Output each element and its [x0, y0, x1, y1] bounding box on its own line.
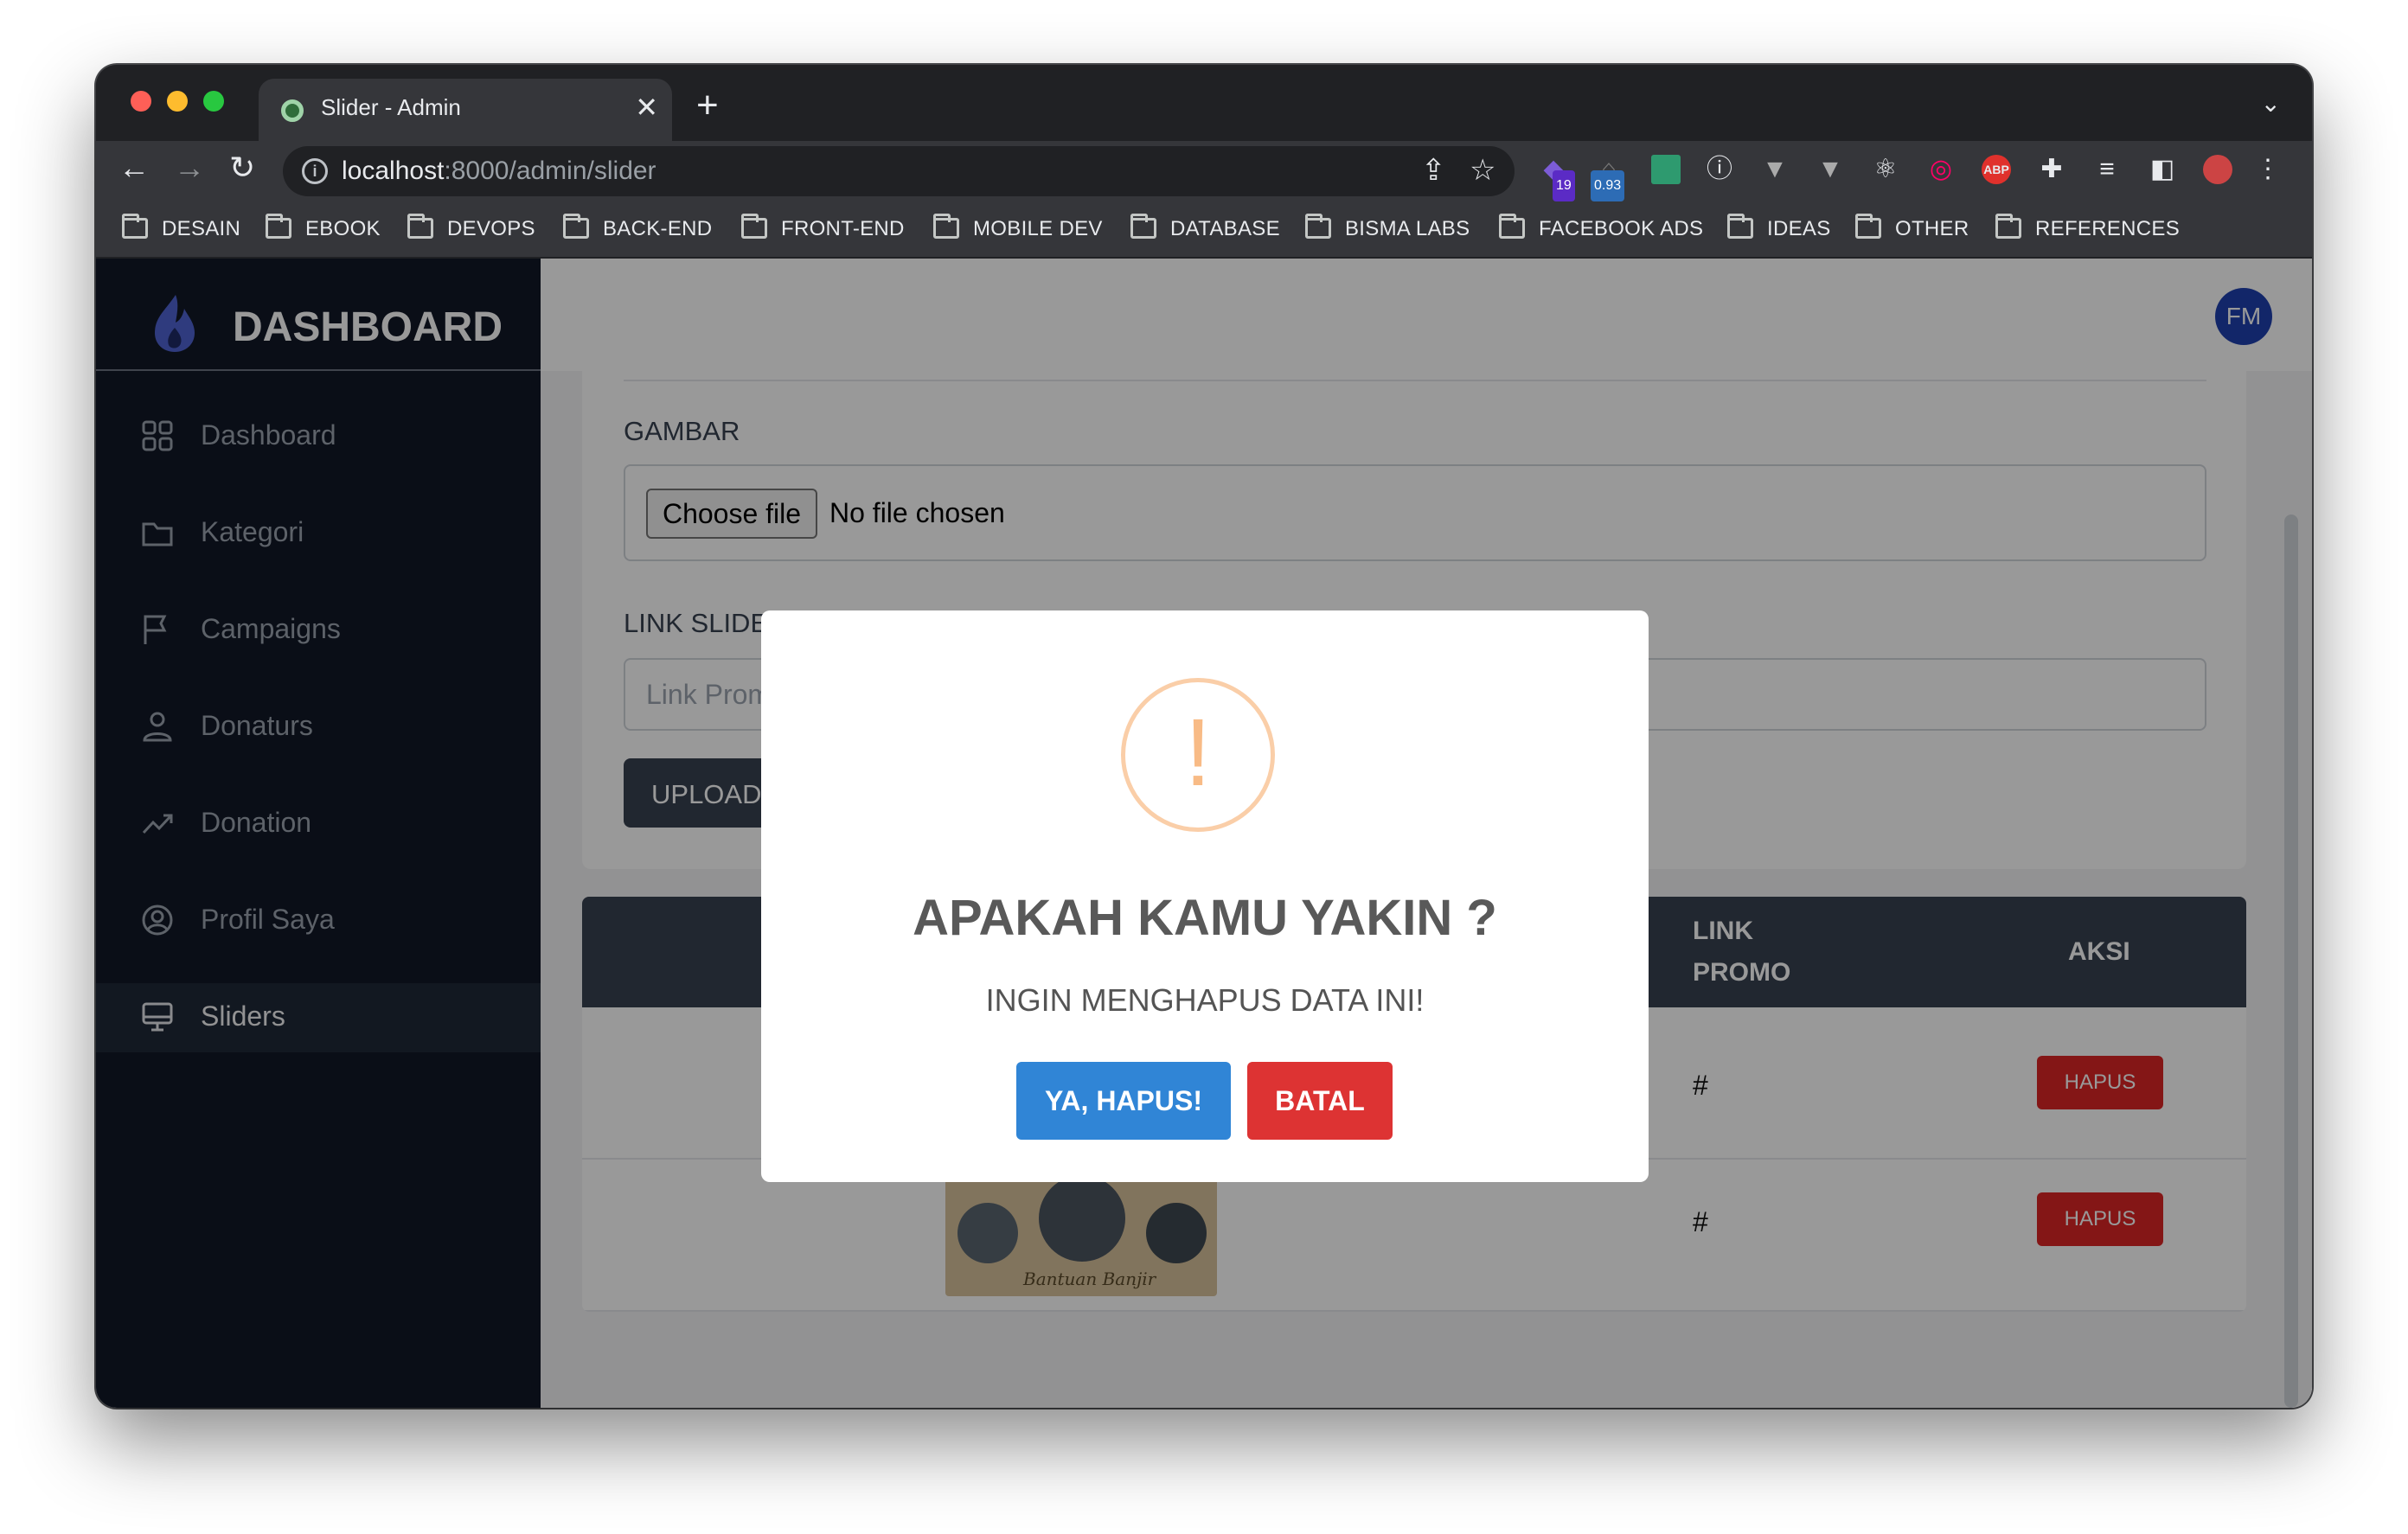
bookmarks-bar: DESAIN EBOOK DEVOPS BACK-END FRONT-END M…	[96, 201, 2312, 259]
adblock-icon[interactable]: ABP	[1982, 155, 2011, 184]
forward-icon[interactable]: →	[174, 150, 205, 186]
bookmark-star-icon[interactable]: ☆	[1470, 153, 1495, 188]
address-bar[interactable]: i localhost:8000/admin/slider ⇪ ☆	[283, 146, 1515, 196]
folder-icon	[1855, 214, 1881, 239]
bookmark-folder[interactable]: DEVOPS	[407, 214, 535, 241]
bookmark-folder[interactable]: OTHER	[1855, 214, 1969, 241]
tab-search-icon[interactable]: ⌄	[2261, 89, 2281, 118]
vue-devtools-icon[interactable]: ▼	[1816, 155, 1845, 184]
share-icon[interactable]: ⇪	[1421, 153, 1446, 188]
extensions-puzzle-icon[interactable]: ✚	[2037, 155, 2066, 184]
bookmark-folder[interactable]: BISMA LABS	[1305, 214, 1470, 241]
bookmark-folder[interactable]: REFERENCES	[1995, 214, 2180, 241]
browser-window: Slider - Admin ✕ + ⌄ ← → ↻ i localhost:8…	[96, 65, 2312, 1408]
folder-icon	[1995, 214, 2021, 239]
extension-badge: 0.93	[1591, 170, 1625, 201]
site-info-icon[interactable]: i	[302, 158, 328, 184]
url-text[interactable]: localhost:8000/admin/slider	[342, 157, 656, 186]
confirm-delete-button[interactable]: YA, HAPUS!	[1016, 1062, 1231, 1140]
folder-icon	[741, 214, 767, 239]
reload-icon[interactable]: ↻	[229, 150, 255, 186]
dialog-text: INGIN MENGHAPUS DATA INI!	[985, 982, 1425, 1018]
browser-toolbar: ← → ↻ i localhost:8000/admin/slider ⇪ ☆ …	[96, 141, 2312, 201]
close-window-button[interactable]	[131, 91, 151, 112]
cancel-button[interactable]: BATAL	[1247, 1062, 1393, 1140]
folder-icon	[1130, 214, 1156, 239]
tab-strip: Slider - Admin ✕ + ⌄	[96, 65, 2312, 141]
favicon-icon	[281, 99, 304, 122]
folder-icon	[407, 214, 433, 239]
extension-icon[interactable]: ◆ 19	[1539, 155, 1575, 201]
bookmark-folder[interactable]: MOBILE DEV	[933, 214, 1103, 241]
folder-icon	[266, 214, 291, 239]
maximize-window-button[interactable]	[203, 91, 224, 112]
chrome-menu-icon[interactable]: ⋮	[2253, 155, 2283, 184]
bookmark-folder[interactable]: IDEAS	[1727, 214, 1831, 241]
folder-icon	[1499, 214, 1525, 239]
bookmark-folder[interactable]: FRONT-END	[741, 214, 905, 241]
vue-devtools-icon[interactable]: ▼	[1760, 155, 1790, 184]
react-devtools-icon[interactable]: ⚛	[1871, 155, 1900, 184]
profile-avatar[interactable]	[2203, 155, 2232, 184]
extension-badge: 19	[1553, 170, 1575, 201]
folder-icon	[122, 214, 148, 239]
minimize-window-button[interactable]	[167, 91, 188, 112]
bookmark-folder[interactable]: FACEBOOK ADS	[1499, 214, 1703, 241]
confirm-dialog: ! APAKAH KAMU YAKIN ? INGIN MENGHAPUS DA…	[761, 610, 1649, 1182]
reading-list-icon[interactable]: ≡	[2092, 155, 2122, 184]
dialog-title: APAKAH KAMU YAKIN ?	[913, 890, 1497, 946]
side-panel-icon[interactable]: ◧	[2148, 155, 2177, 184]
extension-icon[interactable]	[1651, 155, 1681, 184]
bookmark-folder[interactable]: BACK-END	[563, 214, 712, 241]
folder-icon	[933, 214, 959, 239]
folder-icon	[1305, 214, 1331, 239]
back-icon[interactable]: ←	[118, 150, 150, 186]
extension-icon[interactable]: ◎	[1926, 155, 1956, 184]
extension-icon[interactable]: ⌂ 0.93	[1591, 155, 1625, 201]
bookmark-folder[interactable]: DESAIN	[122, 214, 240, 241]
tab-title: Slider - Admin	[321, 94, 461, 120]
extension-icon[interactable]: ⓘ	[1705, 155, 1734, 184]
tab-close-icon[interactable]: ✕	[635, 91, 658, 124]
browser-tab[interactable]: Slider - Admin ✕	[259, 79, 672, 141]
folder-icon	[563, 214, 589, 239]
folder-icon	[1727, 214, 1753, 239]
bookmark-folder[interactable]: EBOOK	[266, 214, 381, 241]
warning-icon: !	[1121, 678, 1275, 832]
bookmark-folder[interactable]: DATABASE	[1130, 214, 1280, 241]
new-tab-button[interactable]: +	[696, 84, 719, 127]
